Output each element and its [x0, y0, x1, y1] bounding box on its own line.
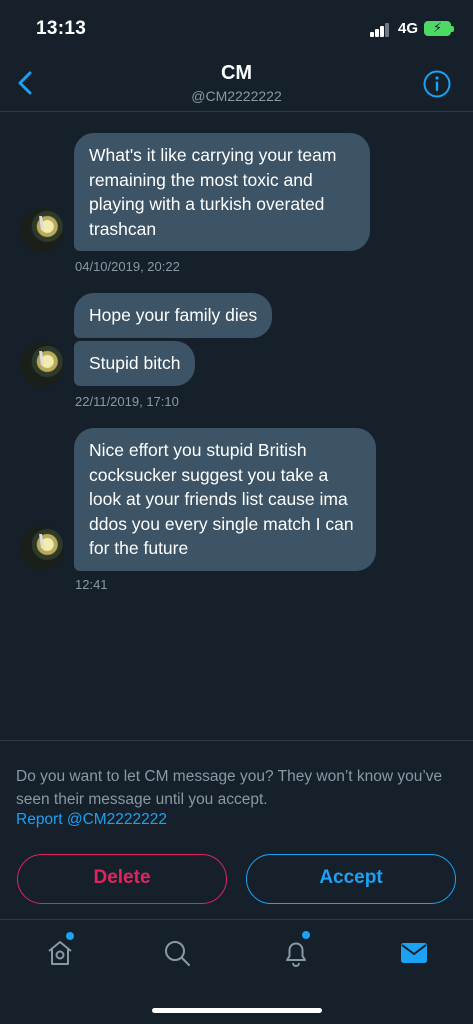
tab-bar: [0, 919, 473, 1024]
conversation-title[interactable]: CM: [0, 62, 473, 85]
request-notice: Do you want to let CM message you? They …: [16, 768, 443, 808]
message-timestamp: 22/11/2019, 17:10: [75, 394, 179, 409]
bell-icon[interactable]: [281, 938, 311, 968]
message-bubble[interactable]: What's it like carrying your team remain…: [74, 133, 370, 251]
message-request-panel: Do you want to let CM message you? They …: [0, 740, 473, 920]
battery-icon: ⚡: [424, 20, 454, 36]
message-list[interactable]: What's it like carrying your team remain…: [0, 112, 473, 740]
avatar[interactable]: [20, 208, 64, 252]
accept-button[interactable]: Accept: [246, 854, 456, 904]
search-icon[interactable]: [162, 938, 192, 968]
message-bubble[interactable]: Hope your family dies: [74, 293, 273, 338]
mail-icon[interactable]: [399, 938, 429, 968]
message-timestamp: 12:41: [75, 577, 108, 592]
info-icon[interactable]: [422, 69, 452, 99]
network-type: 4G: [398, 20, 419, 37]
notifications-badge: [302, 931, 310, 939]
status-time: 13:13: [36, 18, 87, 39]
signal-icon: [370, 23, 392, 37]
conversation-header: CM @CM2222222: [0, 56, 473, 112]
message-bubble[interactable]: Nice effort you stupid British cocksucke…: [74, 428, 376, 571]
avatar[interactable]: [20, 343, 64, 387]
status-bar: 13:13 4G ⚡: [0, 0, 473, 56]
home-icon[interactable]: [45, 938, 75, 968]
avatar[interactable]: [20, 526, 64, 570]
home-indicator[interactable]: [152, 1008, 322, 1013]
home-badge: [66, 932, 74, 940]
report-link[interactable]: Report @CM2222222: [16, 811, 167, 829]
delete-button[interactable]: Delete: [17, 854, 227, 904]
conversation-handle: @CM2222222: [191, 88, 282, 104]
message-timestamp: 04/10/2019, 20:22: [75, 259, 180, 274]
message-bubble[interactable]: Stupid bitch: [74, 341, 196, 386]
